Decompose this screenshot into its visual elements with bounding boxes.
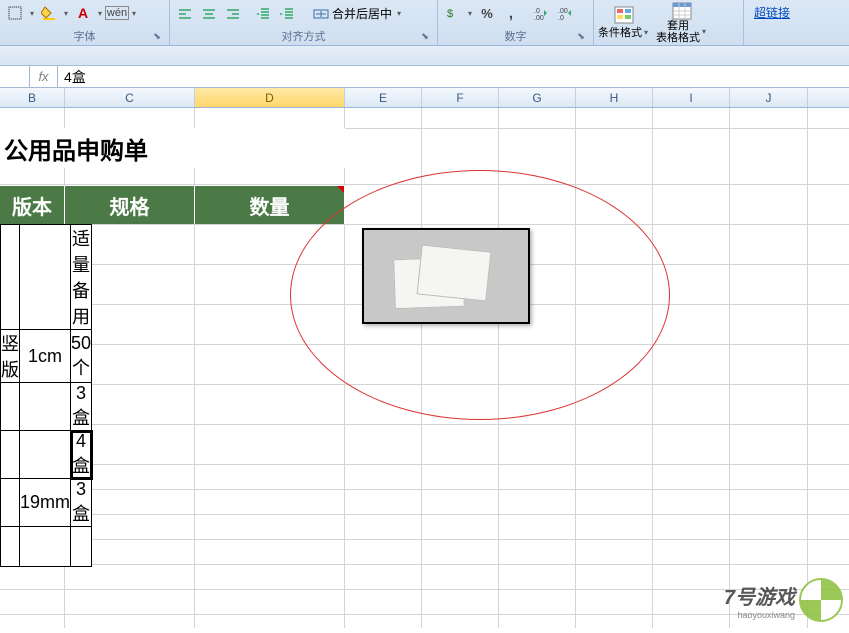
svg-text:.00: .00 bbox=[534, 15, 544, 21]
cell[interactable]: 竖版 bbox=[1, 330, 20, 383]
comment-popup[interactable] bbox=[362, 228, 530, 324]
align-right-button[interactable] bbox=[222, 3, 244, 25]
chevron-down-icon[interactable]: ▾ bbox=[62, 9, 70, 18]
cell[interactable] bbox=[20, 527, 71, 567]
col-header-e[interactable]: E bbox=[345, 88, 422, 107]
cell[interactable] bbox=[20, 225, 71, 330]
border-button[interactable] bbox=[4, 2, 26, 24]
ribbon-group-font: ▾ ▾ A ▾ wén ▾ 字体 ⬊ bbox=[0, 0, 170, 45]
increase-decimal-button[interactable]: .0.00 bbox=[530, 2, 552, 24]
cell[interactable]: 适量备用 bbox=[71, 225, 92, 330]
svg-text:$: $ bbox=[447, 8, 453, 20]
table-row: 19mm 3盒 bbox=[1, 479, 92, 527]
fx-icon[interactable]: fx bbox=[30, 66, 58, 87]
decrease-decimal-button[interactable]: .00.0 bbox=[554, 2, 576, 24]
ribbon-group-number: $ ▾ % , .0.00 .00.0 数字⬊ bbox=[438, 0, 594, 45]
chevron-down-icon[interactable]: ▾ bbox=[130, 9, 138, 18]
header-qty: 数量 bbox=[195, 186, 345, 224]
conditional-format-button[interactable]: 条件格式▾ bbox=[598, 6, 650, 40]
chevron-down-icon[interactable]: ▾ bbox=[395, 9, 403, 18]
col-header-d[interactable]: D bbox=[195, 88, 345, 107]
svg-text:.0: .0 bbox=[534, 8, 540, 15]
ribbon: ▾ ▾ A ▾ wén ▾ 字体 ⬊ 合并后居中 ▾ 对齐方式 ⬊ bbox=[0, 0, 849, 46]
decrease-indent-button[interactable] bbox=[252, 3, 274, 25]
currency-button[interactable]: $ bbox=[442, 2, 464, 24]
table-row: 竖版 1cm 50个 bbox=[1, 330, 92, 383]
comment-indicator-icon[interactable] bbox=[337, 186, 344, 193]
cell[interactable] bbox=[1, 225, 20, 330]
format-as-table-button[interactable]: 套用 表格格式▾ bbox=[656, 2, 708, 44]
col-header-h[interactable]: H bbox=[576, 88, 653, 107]
phonetic-button[interactable]: wén bbox=[106, 2, 128, 24]
cell[interactable]: 19mm bbox=[20, 479, 71, 527]
dialog-launcher-icon[interactable]: ⬊ bbox=[151, 31, 163, 43]
cell[interactable] bbox=[1, 383, 20, 431]
col-header-g[interactable]: G bbox=[499, 88, 576, 107]
increase-indent-button[interactable] bbox=[276, 3, 298, 25]
merge-center-button[interactable]: 合并后居中 ▾ bbox=[308, 2, 408, 25]
cell[interactable] bbox=[1, 431, 20, 479]
header-spec: 规格 bbox=[65, 186, 195, 224]
watermark-sub: haoyouxiwang bbox=[724, 610, 795, 620]
fill-color-button[interactable] bbox=[38, 2, 60, 24]
column-headers: B C D E F G H I J bbox=[0, 88, 849, 108]
merge-center-label: 合并后居中 bbox=[332, 5, 392, 22]
col-header-f[interactable]: F bbox=[422, 88, 499, 107]
hyperlink-button[interactable]: 超链接 bbox=[748, 2, 796, 23]
chevron-down-icon[interactable]: ▾ bbox=[28, 9, 36, 18]
group-label: 对齐方式 bbox=[282, 31, 326, 43]
ribbon-group-styles: 条件格式▾ 套用 表格格式▾ bbox=[594, 0, 744, 45]
chevron-down-icon[interactable]: ▾ bbox=[96, 9, 104, 18]
cell[interactable]: 3盒 bbox=[71, 479, 92, 527]
watermark-badge-icon bbox=[799, 578, 843, 622]
selected-cell[interactable]: 4盒 bbox=[71, 431, 92, 479]
table-header-row: 版本 规格 数量 bbox=[0, 186, 345, 224]
cell[interactable]: 3盒 bbox=[71, 383, 92, 431]
cell[interactable] bbox=[1, 527, 20, 567]
group-label: 数字 bbox=[505, 31, 527, 43]
cell[interactable] bbox=[20, 431, 71, 479]
sheet-title: 公用品申购单 bbox=[0, 128, 345, 168]
col-header-j[interactable]: J bbox=[730, 88, 808, 107]
spreadsheet-grid[interactable]: 公用品申购单 版本 规格 数量 适量备用 竖版 1cm 50个 bbox=[0, 108, 849, 628]
format-table-label: 套用 表格格式 bbox=[656, 20, 700, 44]
ribbon-group-links: 超链接 bbox=[744, 0, 800, 45]
name-box[interactable] bbox=[0, 66, 30, 87]
table-row: 适量备用 bbox=[1, 225, 92, 330]
percent-button[interactable]: % bbox=[476, 2, 498, 24]
ribbon-group-alignment: 合并后居中 ▾ 对齐方式 ⬊ bbox=[170, 0, 438, 45]
data-table: 适量备用 竖版 1cm 50个 3盒 4盒 19mm 3盒 bbox=[0, 224, 92, 567]
header-version: 版本 bbox=[0, 186, 65, 224]
header-qty-label: 数量 bbox=[250, 191, 290, 220]
cond-format-label: 条件格式 bbox=[598, 24, 642, 40]
svg-text:.00: .00 bbox=[558, 8, 568, 15]
align-center-button[interactable] bbox=[198, 3, 220, 25]
cell[interactable]: 50个 bbox=[71, 330, 92, 383]
dialog-launcher-icon[interactable]: ⬊ bbox=[419, 31, 431, 43]
font-color-button[interactable]: A bbox=[72, 2, 94, 24]
align-left-button[interactable] bbox=[174, 3, 196, 25]
col-header-c[interactable]: C bbox=[65, 88, 195, 107]
formula-input[interactable] bbox=[58, 66, 849, 87]
cell[interactable] bbox=[20, 383, 71, 431]
chevron-down-icon[interactable]: ▾ bbox=[642, 28, 650, 37]
comma-button[interactable]: , bbox=[500, 2, 522, 24]
cell[interactable] bbox=[1, 479, 20, 527]
watermark: 7号游戏 haoyouxiwang bbox=[724, 578, 843, 622]
col-header-i[interactable]: I bbox=[653, 88, 730, 107]
svg-text:.0: .0 bbox=[558, 15, 564, 21]
ribbon-spacer bbox=[0, 46, 849, 66]
dialog-launcher-icon[interactable]: ⬊ bbox=[575, 31, 587, 43]
formula-bar: fx bbox=[0, 66, 849, 88]
chevron-down-icon[interactable]: ▾ bbox=[700, 28, 708, 37]
group-label: 字体 bbox=[74, 31, 96, 43]
table-row: 3盒 bbox=[1, 383, 92, 431]
chevron-down-icon[interactable]: ▾ bbox=[466, 9, 474, 18]
table-row: 4盒 bbox=[1, 431, 92, 479]
watermark-text: 7号游戏 bbox=[724, 581, 795, 610]
table-row bbox=[1, 527, 92, 567]
cell[interactable]: 1cm bbox=[20, 330, 71, 383]
col-header-b[interactable]: B bbox=[0, 88, 65, 107]
cell[interactable] bbox=[71, 527, 92, 567]
